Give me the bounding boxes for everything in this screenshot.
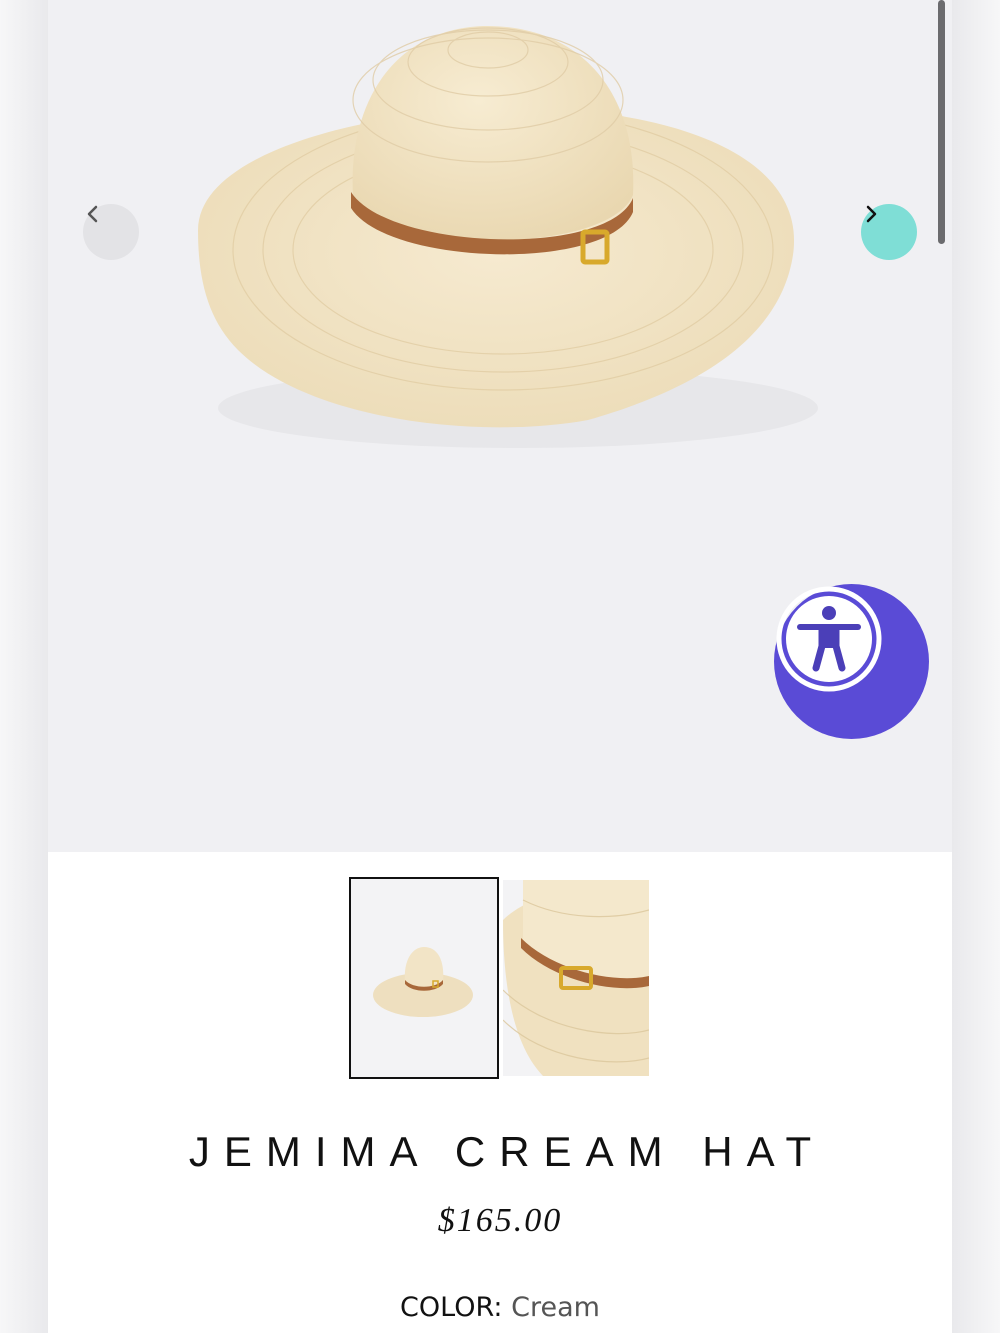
chevron-left-icon xyxy=(87,205,98,223)
gallery-prev-button[interactable] xyxy=(83,204,139,260)
gallery-next-button[interactable] xyxy=(861,204,917,260)
thumbnail-hat-closeup[interactable] xyxy=(503,880,649,1076)
product-page: JEMIMA CREAM HAT $165.00 COLOR: Cream xyxy=(48,0,952,1333)
page-edge-right xyxy=(952,0,1000,1333)
color-label: COLOR: xyxy=(400,1292,503,1323)
thumbnail-full-hat-image xyxy=(351,879,497,1077)
accessibility-button[interactable] xyxy=(774,584,929,739)
thumbnail-strip xyxy=(48,877,952,1079)
thumbnail-full-hat[interactable] xyxy=(349,877,499,1079)
chevron-right-icon xyxy=(866,205,877,223)
accessibility-person-icon xyxy=(776,586,882,692)
color-selector-label: COLOR: Cream xyxy=(48,1292,952,1323)
product-price: $165.00 xyxy=(437,1202,563,1239)
product-image-main xyxy=(48,0,952,852)
page-scrollbar[interactable] xyxy=(938,0,945,244)
color-value: Cream xyxy=(511,1292,600,1323)
page-edge-left xyxy=(0,0,48,1333)
product-title: JEMIMA CREAM HAT xyxy=(188,1128,826,1175)
thumbnail-hat-closeup-image xyxy=(503,880,649,1076)
